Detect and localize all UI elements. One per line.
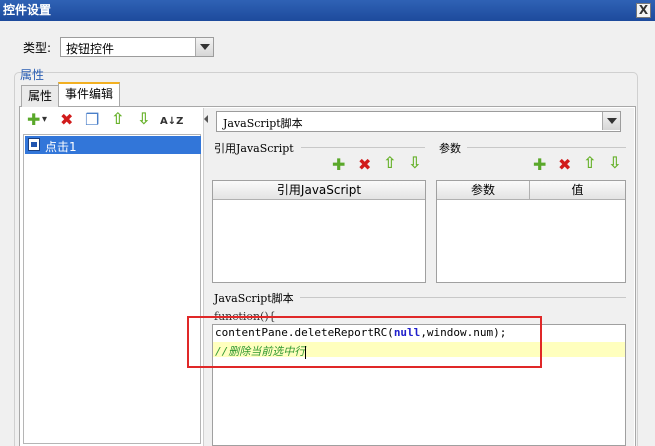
close-button[interactable]: X	[636, 3, 651, 18]
column-header[interactable]: 引用JavaScript	[213, 181, 425, 200]
delete-ref-icon[interactable]: ✖	[358, 157, 371, 173]
tab-event-edit[interactable]: 事件编辑	[58, 82, 121, 106]
tab-label: 事件编辑	[65, 87, 114, 101]
ref-js-section-label: 引用JavaScript	[214, 142, 294, 155]
properties-group-title: 属性	[20, 68, 45, 82]
type-select-value: 按钮控件	[66, 42, 115, 56]
tab-properties[interactable]: 属性	[21, 85, 60, 107]
event-icon	[28, 138, 40, 151]
script-type-value: JavaScript脚本	[223, 117, 303, 130]
copy-event-icon[interactable]: ❐	[85, 112, 99, 128]
script-type-select[interactable]: JavaScript脚本	[216, 111, 621, 132]
annotation-highlight-box	[187, 316, 542, 368]
move-down-icon[interactable]: ⇩	[608, 155, 621, 171]
event-list: 点击1	[23, 134, 201, 444]
column-header[interactable]: 值	[530, 181, 625, 200]
move-up-icon[interactable]: ⇧	[383, 155, 396, 171]
move-up-icon[interactable]: ⇧	[583, 155, 596, 171]
list-item-label: 点击1	[45, 140, 77, 154]
add-ref-icon[interactable]: ✚	[332, 157, 345, 173]
type-select[interactable]: 按钮控件	[60, 37, 214, 57]
chevron-down-icon[interactable]	[602, 112, 620, 130]
window-titlebar: 控件设置	[0, 0, 655, 21]
ref-js-table: 引用JavaScript	[212, 180, 426, 283]
column-header[interactable]: 参数	[437, 181, 530, 200]
type-label: 类型:	[23, 41, 52, 55]
params-section-label: 参数	[439, 142, 461, 155]
separator	[467, 147, 626, 148]
chevron-down-icon[interactable]	[195, 38, 213, 56]
delete-event-icon[interactable]: ✖	[60, 112, 73, 128]
move-down-icon[interactable]: ⇩	[137, 111, 150, 127]
delete-param-icon[interactable]: ✖	[558, 157, 571, 173]
add-param-icon[interactable]: ✚	[533, 157, 546, 173]
add-event-icon[interactable]: ✚	[27, 112, 40, 128]
add-dropdown-icon[interactable]: ▾	[42, 112, 47, 128]
move-down-icon[interactable]: ⇩	[408, 155, 421, 171]
window-title: 控件设置	[3, 3, 52, 17]
collapse-arrow-icon[interactable]	[204, 115, 208, 123]
sort-icon[interactable]: A↓Z	[160, 114, 183, 130]
list-item[interactable]: 点击1	[25, 136, 201, 154]
tab-label: 属性	[28, 89, 53, 103]
params-table: 参数 值	[436, 180, 626, 283]
move-up-icon[interactable]: ⇧	[111, 111, 124, 127]
close-icon: X	[638, 3, 649, 17]
separator	[300, 297, 626, 298]
separator	[301, 147, 425, 148]
script-section-label: JavaScript脚本	[214, 292, 294, 305]
